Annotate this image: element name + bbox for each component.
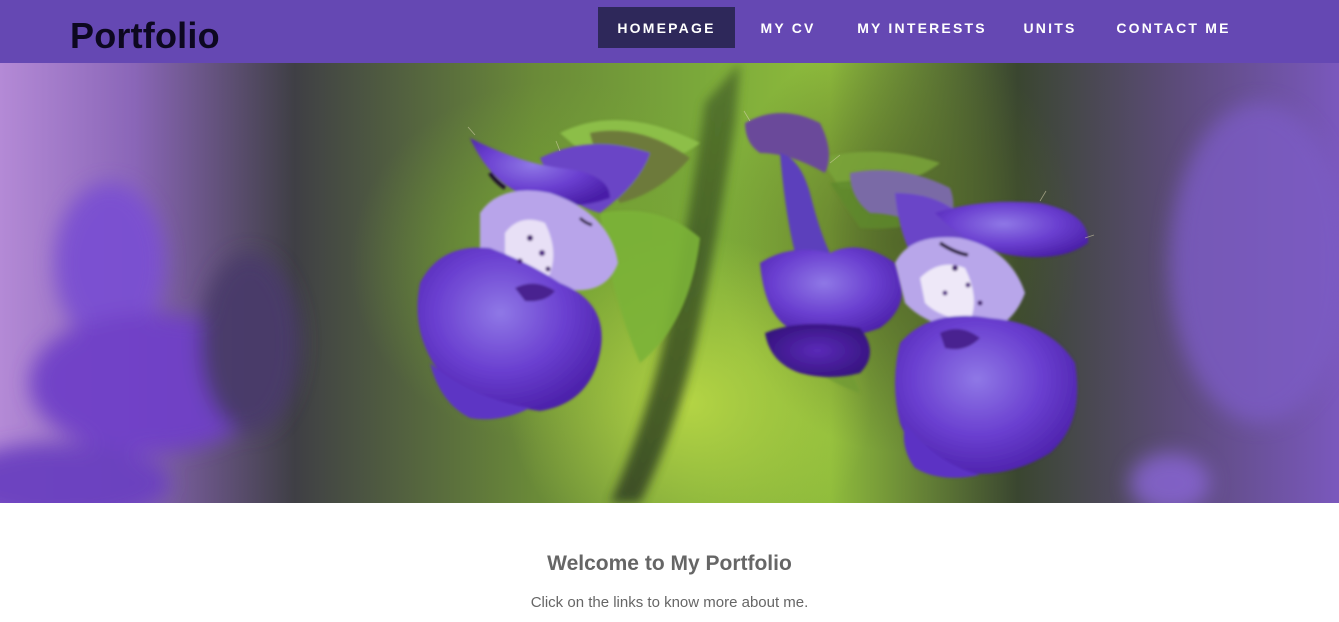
hero-banner-image (0, 63, 1339, 503)
blurred-flowers-right (1130, 103, 1339, 503)
nav-item-my-cv[interactable]: MY CV (735, 7, 841, 48)
main-nav: HOMEPAGE MY CV MY INTERESTS UNITS CONTAC… (598, 7, 1250, 48)
welcome-heading: Welcome to My Portfolio (547, 552, 792, 576)
nav-item-units[interactable]: UNITS (1003, 7, 1097, 48)
nav-item-homepage[interactable]: HOMEPAGE (598, 7, 735, 48)
page: Portfolio HOMEPAGE MY CV MY INTERESTS UN… (0, 0, 1339, 622)
flower-illustration (0, 63, 1339, 503)
site-logo-text[interactable]: Portfolio (70, 14, 220, 58)
blurred-flowers-left (0, 183, 300, 503)
nav-item-my-interests[interactable]: MY INTERESTS (841, 7, 1003, 48)
site-header: Portfolio HOMEPAGE MY CV MY INTERESTS UN… (0, 0, 1339, 63)
welcome-subtext: Click on the links to know more about me… (530, 594, 809, 611)
nav-item-contact-me[interactable]: CONTACT ME (1097, 7, 1250, 48)
